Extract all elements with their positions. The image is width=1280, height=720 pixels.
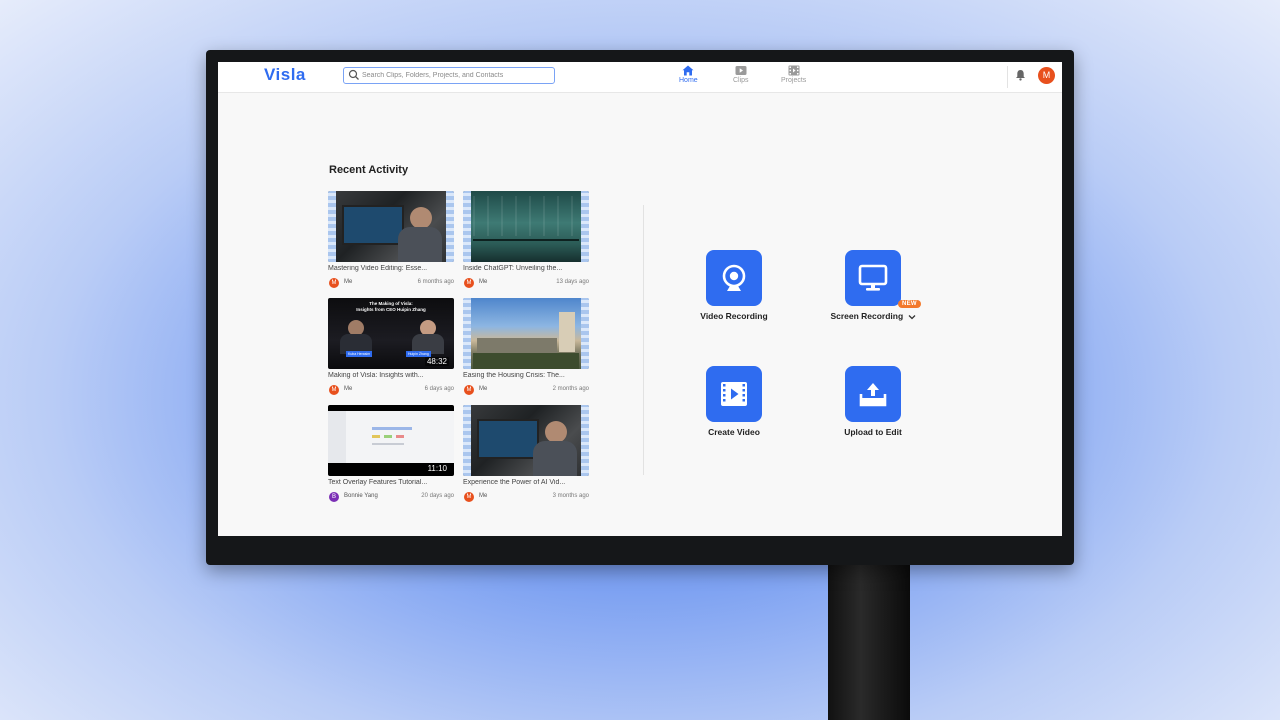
recent-card[interactable]: 11:10 Text Overlay Features Tutorial... … bbox=[328, 405, 454, 509]
avatar: M bbox=[329, 278, 339, 288]
app-logo[interactable]: Visla bbox=[264, 65, 306, 85]
video-thumbnail: The Making of Visla: Insights from CEO H… bbox=[328, 298, 454, 369]
thumbnail-name-left: Kuba Herasim bbox=[346, 351, 373, 357]
tab-home-label: Home bbox=[679, 77, 698, 84]
card-meta: B Bonnie Yang 20 days ago bbox=[328, 492, 454, 502]
card-meta: M Me 6 days ago bbox=[328, 385, 454, 395]
action-label: Video Recording bbox=[700, 311, 768, 321]
recent-card[interactable]: Easing the Housing Crisis: The... M Me 2… bbox=[463, 298, 589, 402]
screen-recording-button[interactable]: NEW Screen Recording bbox=[813, 250, 933, 350]
video-thumbnail bbox=[463, 298, 589, 369]
webcam-icon bbox=[722, 264, 746, 291]
action-icon-tile bbox=[845, 366, 901, 422]
screen-recording-label: Screen Recording bbox=[830, 311, 904, 321]
upload-to-edit-button[interactable]: Upload to Edit bbox=[813, 366, 933, 466]
card-date: 2 months ago bbox=[552, 386, 589, 392]
user-avatar[interactable]: M bbox=[1038, 67, 1055, 84]
card-title: Inside ChatGPT: Unveiling the... bbox=[463, 265, 563, 272]
projects-icon bbox=[788, 65, 800, 76]
video-thumbnail bbox=[463, 191, 589, 262]
card-meta: M Me 13 days ago bbox=[463, 278, 589, 288]
action-icon-tile bbox=[706, 250, 762, 306]
recent-card[interactable]: The Making of Visla: Insights from CEO H… bbox=[328, 298, 454, 402]
avatar: M bbox=[329, 385, 339, 395]
card-date: 3 months ago bbox=[552, 493, 589, 499]
card-user: Me bbox=[344, 386, 353, 392]
monitor-stand bbox=[828, 560, 910, 720]
video-thumbnail: 11:10 bbox=[328, 405, 454, 476]
tab-clips-label: Clips bbox=[733, 77, 749, 84]
tab-projects-label: Projects bbox=[781, 77, 807, 84]
card-date: 6 months ago bbox=[417, 279, 454, 285]
avatar: M bbox=[464, 492, 474, 502]
search-input[interactable] bbox=[362, 69, 550, 82]
recent-activity-title: Recent Activity bbox=[329, 164, 409, 176]
search-box[interactable] bbox=[343, 67, 555, 84]
app-screen: Visla Home Clips bbox=[218, 62, 1062, 536]
avatar: M bbox=[464, 385, 474, 395]
card-date: 20 days ago bbox=[421, 493, 454, 499]
home-icon bbox=[682, 65, 694, 76]
card-meta: M Me 3 months ago bbox=[463, 492, 589, 502]
avatar: B bbox=[329, 492, 339, 502]
card-title: Mastering Video Editing: Esse... bbox=[328, 265, 428, 272]
bell-icon[interactable] bbox=[1015, 69, 1026, 81]
recent-card[interactable]: Inside ChatGPT: Unveiling the... M Me 13… bbox=[463, 191, 589, 295]
video-thumbnail bbox=[463, 405, 589, 476]
film-play-icon bbox=[721, 382, 747, 406]
thumbnail-heading: The Making of Visla: Insights from CEO H… bbox=[356, 301, 426, 312]
top-bar: Visla Home Clips bbox=[218, 62, 1062, 93]
monitor-bezel: Visla Home Clips bbox=[206, 50, 1074, 565]
video-duration: 11:10 bbox=[425, 464, 449, 473]
content-divider bbox=[643, 205, 644, 475]
card-title: Experience the Power of AI Vid... bbox=[463, 479, 566, 486]
tab-projects[interactable]: Projects bbox=[781, 65, 806, 84]
card-user: Me bbox=[479, 386, 488, 392]
clips-icon bbox=[735, 66, 747, 75]
card-user: Me bbox=[479, 279, 488, 285]
card-user: Bonnie Yang bbox=[344, 493, 378, 499]
video-duration: 48:32 bbox=[424, 357, 449, 366]
chevron-down-icon[interactable] bbox=[908, 314, 916, 320]
card-date: 6 days ago bbox=[424, 386, 454, 392]
action-label: Upload to Edit bbox=[844, 427, 902, 437]
recent-card[interactable]: Mastering Video Editing: Esse... M Me 6 … bbox=[328, 191, 454, 295]
action-label: Screen Recording bbox=[813, 311, 933, 321]
new-badge: NEW bbox=[898, 300, 921, 308]
topbar-divider bbox=[1007, 66, 1008, 88]
upload-icon bbox=[859, 383, 887, 407]
card-title: Easing the Housing Crisis: The... bbox=[463, 372, 565, 379]
card-date: 13 days ago bbox=[556, 279, 589, 285]
action-label: Create Video bbox=[708, 427, 760, 437]
card-meta: M Me 6 months ago bbox=[328, 278, 454, 288]
card-title: Text Overlay Features Tutorial... bbox=[328, 479, 428, 486]
tab-home[interactable]: Home bbox=[679, 65, 698, 84]
search-icon bbox=[348, 69, 359, 80]
action-icon-tile bbox=[845, 250, 901, 306]
monitor-icon bbox=[858, 264, 888, 291]
tab-clips[interactable]: Clips bbox=[733, 65, 749, 84]
action-icon-tile bbox=[706, 366, 762, 422]
card-meta: M Me 2 months ago bbox=[463, 385, 589, 395]
card-user: Me bbox=[344, 279, 353, 285]
card-title: Making of Visla: Insights with... bbox=[328, 372, 424, 379]
avatar: M bbox=[464, 278, 474, 288]
recent-card[interactable]: Experience the Power of AI Vid... M Me 3… bbox=[463, 405, 589, 509]
video-thumbnail bbox=[328, 191, 454, 262]
card-user: Me bbox=[479, 493, 488, 499]
video-recording-button[interactable]: Video Recording bbox=[674, 250, 794, 350]
create-video-button[interactable]: Create Video bbox=[674, 366, 794, 466]
